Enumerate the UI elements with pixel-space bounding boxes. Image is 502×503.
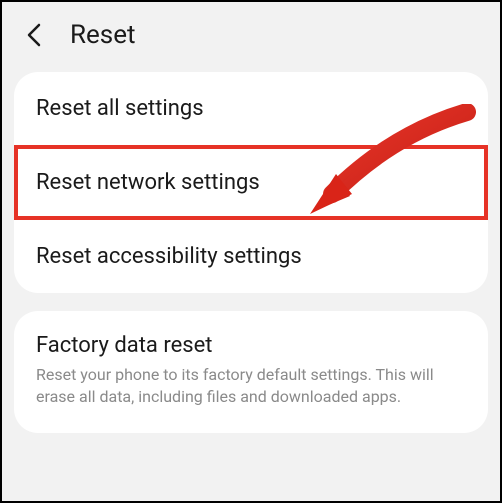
reset-network-settings[interactable]: Reset network settings xyxy=(14,146,488,219)
list-item-label: Reset all settings xyxy=(36,96,204,121)
reset-all-settings[interactable]: Reset all settings xyxy=(14,72,488,145)
list-item-label: Reset accessibility settings xyxy=(36,244,302,269)
factory-card: Factory data reset Reset your phone to i… xyxy=(14,311,488,433)
settings-card: Reset all settings Reset network setting… xyxy=(14,72,488,293)
factory-description: Reset your phone to its factory default … xyxy=(36,364,466,409)
factory-data-reset[interactable]: Factory data reset Reset your phone to i… xyxy=(14,311,488,433)
header: Reset xyxy=(2,2,500,72)
list-item-label: Reset network settings xyxy=(36,170,260,195)
factory-title: Factory data reset xyxy=(36,333,466,358)
back-icon[interactable] xyxy=(22,23,46,47)
reset-accessibility-settings[interactable]: Reset accessibility settings xyxy=(14,220,488,293)
page-title: Reset xyxy=(70,20,136,50)
